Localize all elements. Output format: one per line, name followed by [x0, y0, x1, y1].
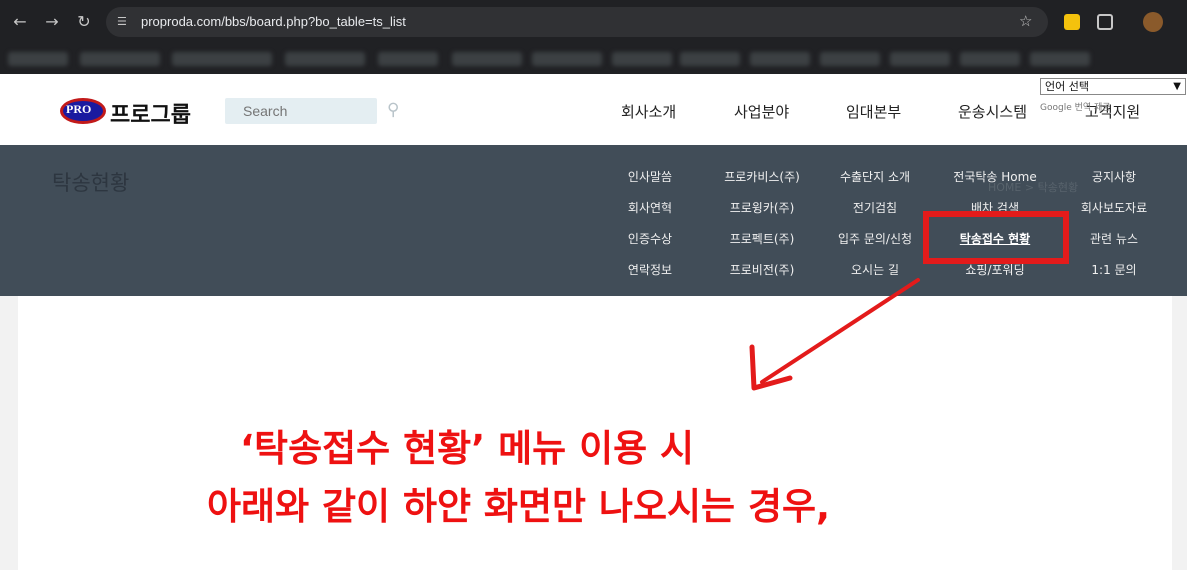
menu-item[interactable]: 관련 뉴스	[1090, 230, 1138, 247]
nav-transport[interactable]: 운송시스템	[958, 101, 1027, 122]
browser-toolbar: ← → ↻ ☰ proproda.com/bbs/board.php?bo_ta…	[0, 0, 1187, 44]
bookmarks-bar	[0, 44, 1187, 74]
search-input[interactable]	[225, 98, 377, 124]
menu-item[interactable]: 연락정보	[628, 261, 672, 278]
bookmark-item[interactable]	[285, 52, 365, 66]
bookmark-item[interactable]	[1030, 52, 1090, 66]
nav-company[interactable]: 회사소개	[621, 101, 676, 122]
menu-item[interactable]: 회사연혁	[628, 199, 672, 216]
google-translate-credit: Google 번역 제공	[1040, 103, 1111, 113]
menu-item[interactable]: 공지사항	[1092, 168, 1136, 185]
menu-item[interactable]: 회사보도자료	[1081, 199, 1147, 216]
puzzle-icon[interactable]	[1097, 14, 1113, 30]
bookmark-item[interactable]	[532, 52, 602, 66]
annotation-line1: ‘탁송접수 현황’ 메뉴 이용 시	[240, 427, 695, 470]
nav-rental[interactable]: 임대본부	[846, 101, 901, 122]
site-info-icon[interactable]: ☰	[117, 15, 131, 29]
address-bar[interactable]: ☰ proproda.com/bbs/board.php?bo_table=ts…	[106, 7, 1048, 37]
highlight-box	[923, 211, 1069, 264]
menu-item[interactable]: 1:1 문의	[1091, 261, 1136, 278]
bookmark-item[interactable]	[820, 52, 880, 66]
menu-item[interactable]: 인사말씀	[628, 168, 672, 185]
forward-icon[interactable]: →	[42, 12, 62, 32]
bookmark-item[interactable]	[80, 52, 160, 66]
logo-text: 프로그룹	[110, 103, 191, 128]
bookmark-item[interactable]	[960, 52, 1020, 66]
bookmark-item[interactable]	[172, 52, 272, 66]
menu-item[interactable]: 오시는 길	[851, 261, 899, 278]
profile-icon[interactable]	[1143, 12, 1163, 32]
bookmark-item[interactable]	[680, 52, 740, 66]
logo-badge-text: PRO	[66, 102, 92, 116]
star-icon[interactable]: ☆	[1019, 12, 1032, 30]
url-text[interactable]: proproda.com/bbs/board.php?bo_table=ts_l…	[141, 14, 406, 29]
bookmark-item[interactable]	[8, 52, 68, 66]
menu-item[interactable]: 전기검침	[853, 199, 897, 216]
site-header: PRO 프로그룹 ⚲ 회사소개 사업분야 임대본부 운송시스템 고객지원 언어 …	[0, 74, 1187, 145]
menu-item[interactable]: 인증수상	[628, 230, 672, 247]
language-select[interactable]: 언어 선택 ▼	[1040, 78, 1186, 95]
nav-business[interactable]: 사업분야	[734, 101, 789, 122]
menu-item[interactable]: 프로윙카(주)	[730, 199, 795, 216]
bookmark-item[interactable]	[452, 52, 522, 66]
bookmark-item[interactable]	[890, 52, 950, 66]
menu-item[interactable]: 프로비전(주)	[730, 261, 795, 278]
bookmark-item[interactable]	[750, 52, 810, 66]
language-select-value: 언어 선택	[1045, 80, 1089, 93]
menu-item[interactable]: 수출단지 소개	[840, 168, 910, 185]
extension-icon[interactable]	[1064, 14, 1080, 30]
menu-item[interactable]: 프로카비스(주)	[724, 168, 800, 185]
reload-icon[interactable]: ↻	[74, 12, 94, 32]
menu-item[interactable]: 프로펙트(주)	[730, 230, 795, 247]
annotation-line2: 아래와 같이 하얀 화면만 나오시는 경우,	[207, 485, 831, 528]
bookmark-item[interactable]	[378, 52, 438, 66]
chevron-down-icon: ▼	[1173, 81, 1181, 92]
menu-item[interactable]: 입주 문의/신청	[838, 230, 912, 247]
back-icon[interactable]: ←	[10, 12, 30, 32]
menu-item[interactable]: 전국탁송 Home	[953, 168, 1036, 185]
search-icon[interactable]: ⚲	[387, 100, 399, 120]
bookmark-item[interactable]	[612, 52, 672, 66]
page-title: 탁송현황	[52, 171, 130, 195]
